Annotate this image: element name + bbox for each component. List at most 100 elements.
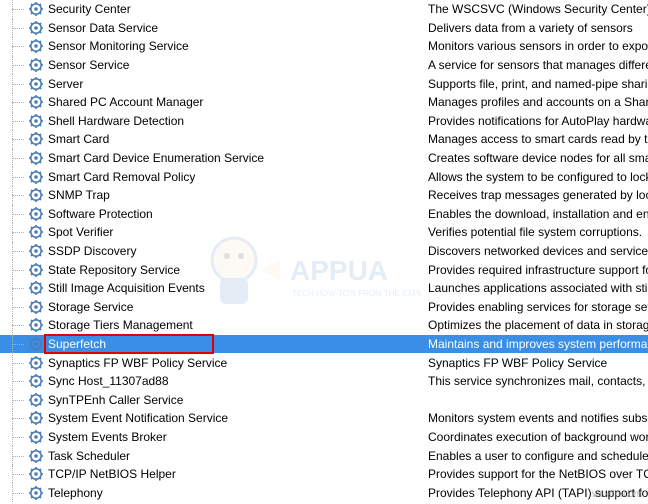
gear-icon	[28, 243, 44, 259]
service-name: SNMP Trap	[48, 188, 428, 202]
gear-icon	[28, 131, 44, 147]
footer-watermark: wsxdn.com	[592, 489, 642, 500]
service-row[interactable]: Security CenterThe WSCSVC (Windows Secur…	[0, 0, 648, 19]
service-name: Shell Hardware Detection	[48, 114, 428, 128]
service-name: Software Protection	[48, 207, 428, 221]
service-name: Storage Tiers Management	[48, 318, 428, 332]
tree-line	[0, 205, 28, 224]
tree-line	[0, 223, 28, 242]
gear-icon	[28, 466, 44, 482]
tree-line	[0, 335, 28, 354]
service-name: Sync Host_11307ad88	[48, 374, 428, 388]
service-name: Sensor Data Service	[48, 21, 428, 35]
service-name: Security Center	[48, 2, 428, 16]
service-name: Spot Verifier	[48, 225, 428, 239]
service-row[interactable]: Synaptics FP WBF Policy ServiceSynaptics…	[0, 353, 648, 372]
gear-icon	[28, 410, 44, 426]
tree-line	[0, 446, 28, 465]
service-description: Optimizes the placement of data in stora…	[428, 318, 648, 332]
service-name: System Event Notification Service	[48, 411, 428, 425]
service-description: Provides support for the NetBIOS over TC…	[428, 467, 648, 481]
service-row[interactable]: System Events BrokerCoordinates executio…	[0, 428, 648, 447]
service-name: Smart Card	[48, 132, 428, 146]
service-row[interactable]: Storage Tiers ManagementOptimizes the pl…	[0, 316, 648, 335]
service-description: A service for sensors that manages diffe…	[428, 58, 648, 72]
gear-icon	[28, 150, 44, 166]
service-description: Enables the download, installation and e…	[428, 207, 648, 221]
tree-line	[0, 409, 28, 428]
services-list[interactable]: Security CenterThe WSCSVC (Windows Secur…	[0, 0, 648, 502]
service-row[interactable]: System Event Notification ServiceMonitor…	[0, 409, 648, 428]
service-description: Supports file, print, and named-pipe sha…	[428, 77, 648, 91]
service-row[interactable]: TelephonyProvides Telephony API (TAPI) s…	[0, 483, 648, 502]
service-description: Coordinates execution of background work…	[428, 430, 648, 444]
service-name: Superfetch	[48, 337, 428, 351]
gear-icon	[28, 355, 44, 371]
gear-icon	[28, 429, 44, 445]
service-name: Sensor Service	[48, 58, 428, 72]
service-row[interactable]: ServerSupports file, print, and named-pi…	[0, 74, 648, 93]
service-row[interactable]: Shell Hardware DetectionProvides notific…	[0, 112, 648, 131]
service-description: Monitors various sensors in order to exp…	[428, 39, 648, 53]
tree-line	[0, 483, 28, 502]
service-row[interactable]: Software ProtectionEnables the download,…	[0, 205, 648, 224]
gear-icon	[28, 187, 44, 203]
gear-icon	[28, 38, 44, 54]
service-description: Verifies potential file system corruptio…	[428, 225, 648, 239]
service-name: TCP/IP NetBIOS Helper	[48, 467, 428, 481]
service-description: Creates software device nodes for all sm…	[428, 151, 648, 165]
service-description: Monitors system events and notifies subs…	[428, 411, 648, 425]
service-description: Synaptics FP WBF Policy Service	[428, 356, 648, 370]
gear-icon	[28, 1, 44, 17]
gear-icon	[28, 113, 44, 129]
service-name: Storage Service	[48, 300, 428, 314]
service-description: Launches applications associated with st…	[428, 281, 648, 295]
gear-icon	[28, 206, 44, 222]
service-row[interactable]: SNMP TrapReceives trap messages generate…	[0, 186, 648, 205]
service-name: Shared PC Account Manager	[48, 95, 428, 109]
gear-icon	[28, 317, 44, 333]
tree-line	[0, 465, 28, 484]
service-description: Delivers data from a variety of sensors	[428, 21, 648, 35]
service-description: Manages access to smart cards read by th…	[428, 132, 648, 146]
tree-line	[0, 186, 28, 205]
service-row[interactable]: Task SchedulerEnables a user to configur…	[0, 446, 648, 465]
gear-icon	[28, 392, 44, 408]
gear-icon	[28, 169, 44, 185]
service-row[interactable]: Sensor Data ServiceDelivers data from a …	[0, 19, 648, 38]
tree-line	[0, 260, 28, 279]
service-row[interactable]: SuperfetchMaintains and improves system …	[0, 335, 648, 354]
service-row[interactable]: Sensor Monitoring ServiceMonitors variou…	[0, 37, 648, 56]
tree-line	[0, 298, 28, 317]
gear-icon	[28, 373, 44, 389]
service-name: State Repository Service	[48, 263, 428, 277]
service-row[interactable]: Smart CardManages access to smart cards …	[0, 130, 648, 149]
service-row[interactable]: Shared PC Account ManagerManages profile…	[0, 93, 648, 112]
service-name: Smart Card Device Enumeration Service	[48, 151, 428, 165]
service-row[interactable]: Sensor ServiceA service for sensors that…	[0, 56, 648, 75]
tree-line	[0, 353, 28, 372]
service-row[interactable]: TCP/IP NetBIOS HelperProvides support fo…	[0, 465, 648, 484]
service-description: Maintains and improves system performanc…	[428, 337, 648, 351]
service-row[interactable]: Storage ServiceProvides enabling service…	[0, 298, 648, 317]
gear-icon	[28, 485, 44, 501]
service-row[interactable]: Still Image Acquisition EventsLaunches a…	[0, 279, 648, 298]
tree-line	[0, 167, 28, 186]
gear-icon	[28, 299, 44, 315]
service-row[interactable]: SSDP DiscoveryDiscovers networked device…	[0, 242, 648, 261]
tree-line	[0, 74, 28, 93]
gear-icon	[28, 76, 44, 92]
service-row[interactable]: SynTPEnh Caller Service	[0, 390, 648, 409]
service-row[interactable]: Sync Host_11307ad88This service synchron…	[0, 372, 648, 391]
service-name: Still Image Acquisition Events	[48, 281, 428, 295]
service-name: Task Scheduler	[48, 449, 428, 463]
gear-icon	[28, 262, 44, 278]
service-row[interactable]: State Repository ServiceProvides require…	[0, 260, 648, 279]
service-row[interactable]: Smart Card Device Enumeration ServiceCre…	[0, 149, 648, 168]
service-name: SynTPEnh Caller Service	[48, 393, 428, 407]
service-name: Sensor Monitoring Service	[48, 39, 428, 53]
tree-line	[0, 372, 28, 391]
service-row[interactable]: Spot VerifierVerifies potential file sys…	[0, 223, 648, 242]
gear-icon	[28, 280, 44, 296]
service-row[interactable]: Smart Card Removal PolicyAllows the syst…	[0, 167, 648, 186]
